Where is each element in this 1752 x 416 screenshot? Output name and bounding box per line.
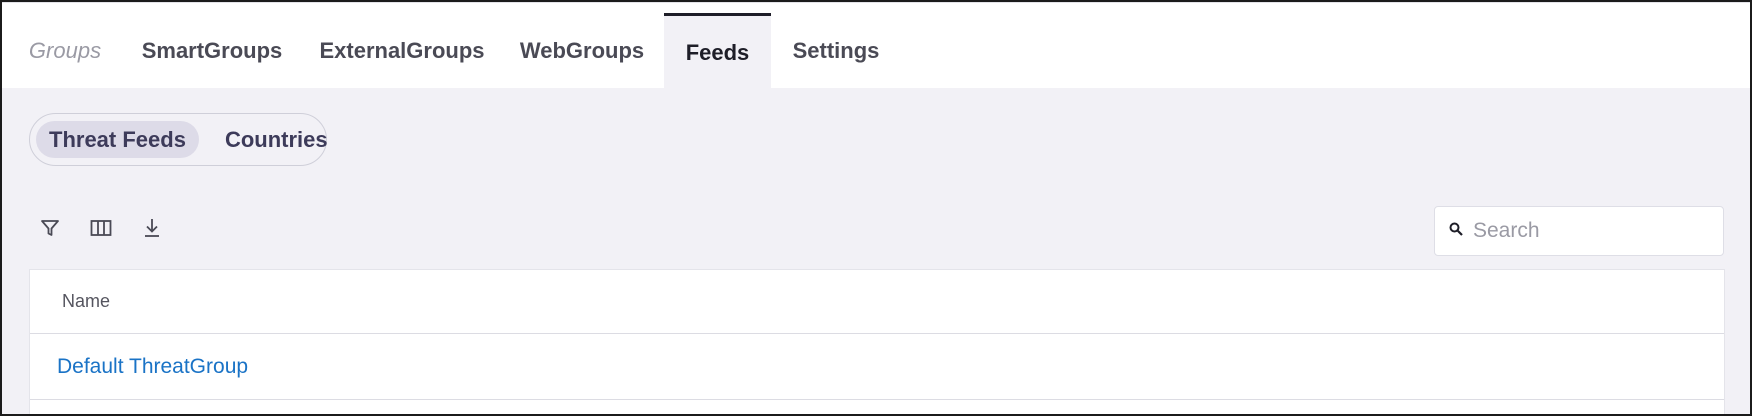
- column-header-name[interactable]: Name: [62, 291, 110, 312]
- tab-bar: Groups SmartGroups ExternalGroups WebGro…: [2, 2, 1750, 89]
- search-box: [1434, 206, 1724, 256]
- feeds-table: Name Default ThreatGroup: [29, 269, 1725, 414]
- table-header: Name: [30, 270, 1724, 334]
- search-input[interactable]: [1473, 219, 1713, 243]
- tab-externalgroups[interactable]: ExternalGroups: [307, 13, 497, 89]
- app-frame: Groups SmartGroups ExternalGroups WebGro…: [0, 0, 1752, 416]
- row-name-link[interactable]: Default ThreatGroup: [57, 355, 248, 379]
- columns-button[interactable]: [86, 215, 116, 245]
- download-icon: [142, 217, 162, 244]
- search-icon: [1449, 222, 1463, 241]
- tab-settings[interactable]: Settings: [778, 13, 894, 89]
- filter-icon: [40, 218, 60, 243]
- tab-webgroups[interactable]: WebGroups: [507, 13, 657, 89]
- download-button[interactable]: [137, 215, 167, 245]
- columns-icon: [90, 219, 112, 242]
- segment-countries[interactable]: Countries: [212, 121, 341, 158]
- feed-type-segmented-control: Threat Feeds Countries: [29, 113, 328, 166]
- table-row: Default ThreatGroup: [30, 334, 1724, 400]
- breadcrumb-groups: Groups: [28, 38, 102, 63]
- segment-threat-feeds[interactable]: Threat Feeds: [36, 121, 199, 158]
- tab-smartgroups[interactable]: SmartGroups: [124, 13, 300, 89]
- filter-button[interactable]: [35, 215, 65, 245]
- tab-feeds[interactable]: Feeds: [664, 13, 771, 89]
